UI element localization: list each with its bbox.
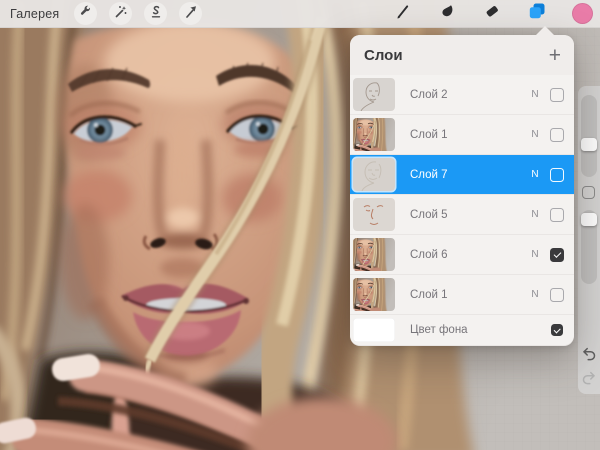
layer-list: Слой 2 N Слой 1 N Слой 7 N Слой 5 N Слой… [350, 75, 574, 345]
visibility-checkbox[interactable] [550, 167, 564, 182]
layer-row[interactable]: Цвет фона [350, 315, 574, 345]
blend-mode-badge[interactable]: N [530, 169, 540, 180]
layer-thumbnail[interactable] [353, 278, 395, 311]
layer-row[interactable]: Слой 6 N [350, 235, 574, 274]
blend-mode-badge[interactable]: N [530, 129, 540, 140]
layer-thumbnail[interactable] [353, 158, 395, 191]
blend-mode-badge[interactable]: N [530, 249, 540, 260]
layers-panel: Слои + Слой 2 N Слой 1 N Слой 7 N Слой 5… [350, 26, 574, 346]
actions-button[interactable] [74, 2, 98, 25]
selection-button[interactable] [144, 2, 168, 25]
layers-icon [527, 1, 547, 26]
layer-row[interactable]: Слой 5 N [350, 195, 574, 234]
transform-arrow-icon [182, 3, 199, 25]
brush-icon [393, 2, 411, 25]
redo-button[interactable] [581, 370, 597, 386]
brush-size-slider[interactable] [581, 95, 597, 177]
layer-thumbnail[interactable] [353, 78, 395, 111]
layer-name: Слой 1 [410, 288, 448, 301]
undo-button[interactable] [581, 346, 597, 362]
layer-thumbnail[interactable] [353, 198, 395, 231]
layer-name: Слой 1 [410, 128, 448, 141]
layer-row[interactable]: Слой 2 N [350, 75, 574, 114]
visibility-checkbox[interactable] [550, 207, 564, 222]
layer-row[interactable]: Слой 7 N [350, 155, 574, 194]
transform-button[interactable] [179, 2, 203, 25]
magic-wand-icon [112, 3, 129, 25]
panel-title: Слои [364, 46, 403, 64]
color-tool-button[interactable] [571, 3, 593, 25]
blend-mode-badge[interactable]: N [530, 289, 540, 300]
visibility-checkbox[interactable] [550, 247, 564, 262]
canvas-sidebar [578, 86, 600, 394]
smudge-tool-button[interactable] [436, 3, 458, 25]
layers-tool-button[interactable] [526, 3, 548, 25]
paint-tools-group [391, 3, 593, 25]
layer-thumbnail[interactable] [353, 238, 395, 271]
wrench-icon [77, 3, 94, 25]
layer-row[interactable]: Слой 1 N [350, 115, 574, 154]
top-toolbar: Галерея [0, 0, 600, 28]
layers-panel-header: Слои + [350, 35, 574, 75]
visibility-checkbox[interactable] [550, 287, 564, 302]
layer-name: Слой 2 [410, 88, 448, 101]
eraser-icon [483, 2, 501, 25]
layer-name: Слой 5 [410, 208, 448, 221]
blend-mode-badge[interactable]: N [530, 89, 540, 100]
layer-row[interactable]: Слой 1 N [350, 275, 574, 314]
brush-opacity-handle[interactable] [581, 213, 597, 226]
visibility-checkbox[interactable] [550, 127, 564, 142]
modify-button[interactable] [582, 186, 595, 199]
color-swatch [571, 3, 593, 24]
visibility-checkbox[interactable] [551, 324, 563, 336]
layer-name: Слой 6 [410, 248, 448, 261]
add-layer-button[interactable]: + [549, 45, 561, 66]
brush-opacity-slider[interactable] [581, 210, 597, 284]
smudge-icon [438, 2, 456, 25]
panel-pointer [536, 26, 554, 35]
visibility-checkbox[interactable] [550, 87, 564, 102]
layer-name: Слой 7 [410, 168, 448, 181]
selection-s-icon [147, 3, 164, 25]
procreate-app: Галерея Слои + Слой 2 N Слой 1 N Слой 7 … [0, 0, 600, 450]
brush-size-handle[interactable] [581, 138, 597, 151]
brush-tool-button[interactable] [391, 3, 413, 25]
layer-name: Цвет фона [410, 324, 468, 336]
layer-thumbnail[interactable] [353, 118, 395, 151]
blend-mode-badge[interactable]: N [530, 209, 540, 220]
layer-thumbnail[interactable] [353, 318, 395, 342]
eraser-tool-button[interactable] [481, 3, 503, 25]
adjustments-button[interactable] [109, 2, 133, 25]
gallery-button[interactable]: Галерея [10, 7, 59, 21]
